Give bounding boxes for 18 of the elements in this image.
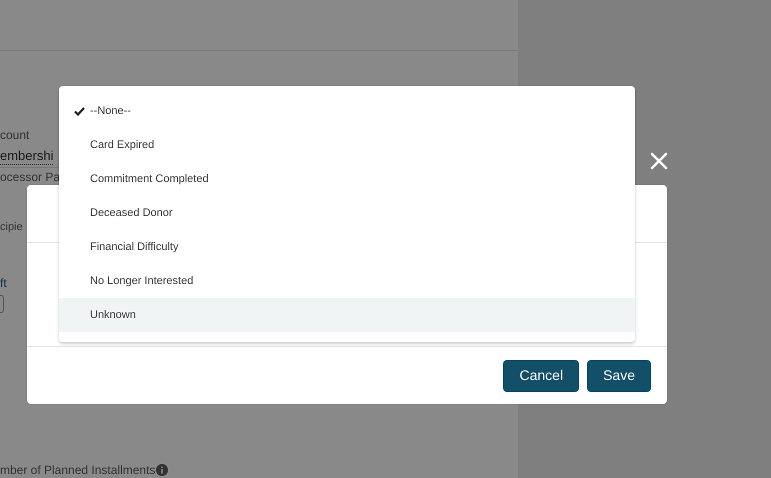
dropdown-option[interactable]: Financial Difficulty: [59, 230, 635, 264]
field-label: ft: [0, 276, 7, 290]
dropdown-option[interactable]: Unknown: [59, 298, 635, 332]
dropdown-option[interactable]: Commitment Completed: [59, 162, 635, 196]
field-label: ocessor Pa: [0, 170, 60, 184]
close-icon[interactable]: [650, 152, 668, 170]
info-icon[interactable]: [156, 464, 168, 476]
input-field[interactable]: [0, 295, 4, 313]
dropdown-option[interactable]: No Longer Interested: [59, 264, 635, 298]
field-value[interactable]: embershi: [0, 148, 54, 165]
dropdown-option[interactable]: Card Expired: [59, 128, 635, 162]
dropdown-option[interactable]: Deceased Donor: [59, 196, 635, 230]
save-button[interactable]: Save: [587, 360, 651, 392]
cancel-button[interactable]: Cancel: [503, 360, 580, 392]
dropdown-option[interactable]: --None--: [59, 94, 635, 128]
field-label: count: [0, 128, 30, 142]
field-label: cipie: [0, 220, 23, 234]
field-label: mber of Planned Installments: [0, 463, 156, 477]
